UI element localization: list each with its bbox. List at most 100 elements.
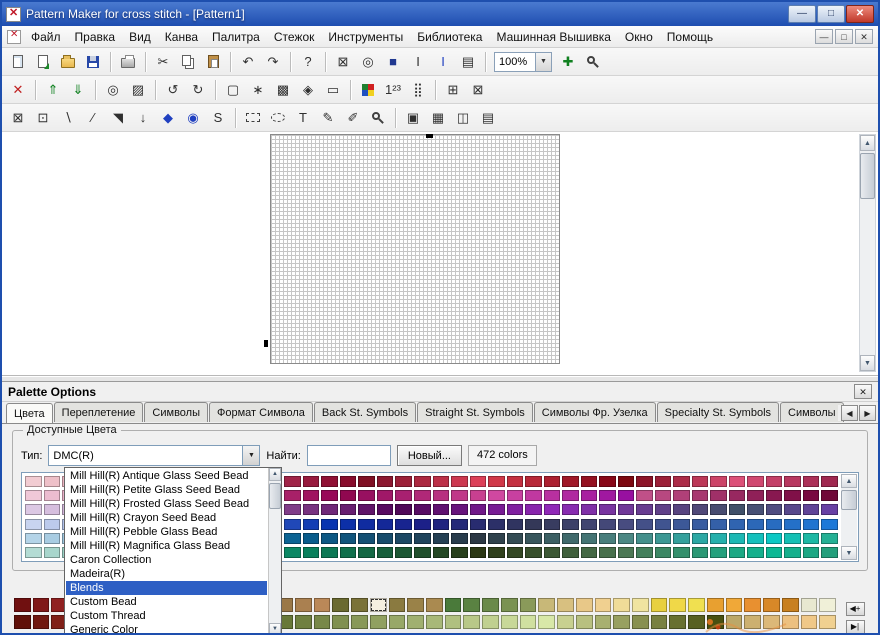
color-swatch[interactable] <box>332 598 349 612</box>
color-swatch[interactable] <box>426 615 443 629</box>
tabs-scroll-left-button[interactable]: ◀ <box>841 405 858 421</box>
color-swatch[interactable] <box>618 533 635 544</box>
scroll-up-button[interactable]: ▲ <box>860 135 875 151</box>
color-swatch[interactable] <box>395 476 412 487</box>
color-swatch[interactable] <box>358 504 375 515</box>
color-swatch[interactable] <box>332 615 349 629</box>
color-swatch[interactable] <box>599 547 616 558</box>
color-swatch[interactable] <box>433 547 450 558</box>
zoom-level-combo[interactable]: 100%▼ <box>494 52 552 72</box>
color-swatch[interactable] <box>801 615 818 629</box>
special-stitch-button[interactable]: ↓ <box>131 107 155 129</box>
undo-button[interactable]: ↶ <box>236 51 260 73</box>
color-swatch[interactable] <box>321 533 338 544</box>
color-swatch[interactable] <box>692 547 709 558</box>
color-swatch[interactable] <box>358 476 375 487</box>
list-scrollbar[interactable]: ▲ ▼ <box>841 474 857 560</box>
color-swatch[interactable] <box>544 476 561 487</box>
color-swatch[interactable] <box>821 476 838 487</box>
open-file-button[interactable] <box>56 51 80 73</box>
color-swatch[interactable] <box>544 533 561 544</box>
print-button[interactable] <box>116 51 140 73</box>
menu-item-1[interactable]: Правка <box>68 27 123 47</box>
rotate-cw-button[interactable]: ↻ <box>186 79 210 101</box>
type-dropdown-list[interactable]: Mill Hill(R) Antique Glass Seed BeadMill… <box>64 467 282 635</box>
copy-button[interactable] <box>176 51 200 73</box>
color-swatch[interactable] <box>451 547 468 558</box>
color-swatch[interactable] <box>655 547 672 558</box>
color-swatch[interactable] <box>407 598 424 612</box>
color-swatch[interactable] <box>821 519 838 530</box>
color-swatch[interactable] <box>729 533 746 544</box>
color-swatch[interactable] <box>321 519 338 530</box>
color-swatch[interactable] <box>784 519 801 530</box>
color-swatch[interactable] <box>377 504 394 515</box>
color-swatch[interactable] <box>729 547 746 558</box>
menu-item-8[interactable]: Машинная Вышивка <box>489 27 617 47</box>
palette-tab-5[interactable]: Straight St. Symbols <box>417 402 533 422</box>
import-image-button[interactable] <box>31 51 55 73</box>
color-swatch[interactable] <box>395 533 412 544</box>
used-colors-next-button[interactable]: ▶| <box>846 620 865 634</box>
dropdown-scrollbar[interactable]: ▲ ▼ <box>268 468 281 635</box>
type-combobox[interactable]: DMC(R) ▼ <box>48 445 260 466</box>
color-swatch[interactable] <box>351 615 368 629</box>
color-swatch[interactable] <box>710 519 727 530</box>
color-swatch[interactable] <box>673 504 690 515</box>
color-swatch[interactable] <box>784 547 801 558</box>
color-swatch[interactable] <box>744 598 761 612</box>
quarter-stitch-button[interactable]: ∕ <box>81 107 105 129</box>
color-swatch[interactable] <box>377 476 394 487</box>
color-swatch[interactable] <box>25 519 42 530</box>
palette-tab-8[interactable]: Символы <box>780 402 844 422</box>
color-swatch[interactable] <box>581 519 598 530</box>
color-swatch[interactable] <box>340 476 357 487</box>
color-swatch[interactable] <box>821 533 838 544</box>
selected-color-swatch[interactable] <box>370 598 387 612</box>
color-swatch[interactable] <box>655 490 672 501</box>
color-swatch[interactable] <box>821 547 838 558</box>
color-swatch[interactable] <box>599 519 616 530</box>
color-swatch[interactable] <box>463 615 480 629</box>
color-swatch[interactable] <box>692 533 709 544</box>
combo-dropdown-button[interactable]: ▼ <box>242 446 259 465</box>
color-swatch[interactable] <box>507 519 524 530</box>
menu-item-0[interactable]: Файл <box>24 27 68 47</box>
color-swatch[interactable] <box>763 615 780 629</box>
rotate-ccw-button[interactable]: ↺ <box>161 79 185 101</box>
color-swatch[interactable] <box>507 533 524 544</box>
find-input[interactable] <box>307 445 391 466</box>
list-scrollbar-thumb[interactable] <box>841 490 857 510</box>
color-swatch[interactable] <box>340 504 357 515</box>
color-swatch[interactable] <box>377 490 394 501</box>
color-swatch[interactable] <box>314 598 331 612</box>
color-swatch[interactable] <box>445 615 462 629</box>
color-swatch[interactable] <box>501 615 518 629</box>
color-swatch[interactable] <box>766 547 783 558</box>
select-ellipse-button[interactable] <box>266 107 290 129</box>
color-swatch[interactable] <box>692 476 709 487</box>
color-swatch[interactable] <box>692 504 709 515</box>
dropdown-item[interactable]: Mill Hill(R) Petite Glass Seed Bead <box>66 483 267 497</box>
color-swatch[interactable] <box>636 533 653 544</box>
color-swatch[interactable] <box>544 547 561 558</box>
color-swatch[interactable] <box>821 504 838 515</box>
color-swatch[interactable] <box>766 504 783 515</box>
color-swatch[interactable] <box>44 547 61 558</box>
dropdown-item[interactable]: Mill Hill(R) Magnifica Glass Bead <box>66 539 267 553</box>
color-swatch[interactable] <box>710 490 727 501</box>
color-swatch[interactable] <box>451 519 468 530</box>
list-scroll-down-button[interactable]: ▼ <box>841 546 857 560</box>
dropdown-item[interactable]: Generic Color <box>66 623 267 635</box>
color-swatch[interactable] <box>636 519 653 530</box>
menu-item-6[interactable]: Инструменты <box>321 27 410 47</box>
color-swatch[interactable] <box>340 490 357 501</box>
color-swatch[interactable] <box>358 490 375 501</box>
color-swatch[interactable] <box>747 519 764 530</box>
help-button[interactable]: ? <box>296 51 320 73</box>
color-swatch[interactable] <box>377 547 394 558</box>
color-swatch[interactable] <box>707 598 724 612</box>
color-swatch[interactable] <box>482 615 499 629</box>
select-motif-button[interactable]: ▢ <box>221 79 245 101</box>
menu-item-7[interactable]: Библиотека <box>410 27 489 47</box>
